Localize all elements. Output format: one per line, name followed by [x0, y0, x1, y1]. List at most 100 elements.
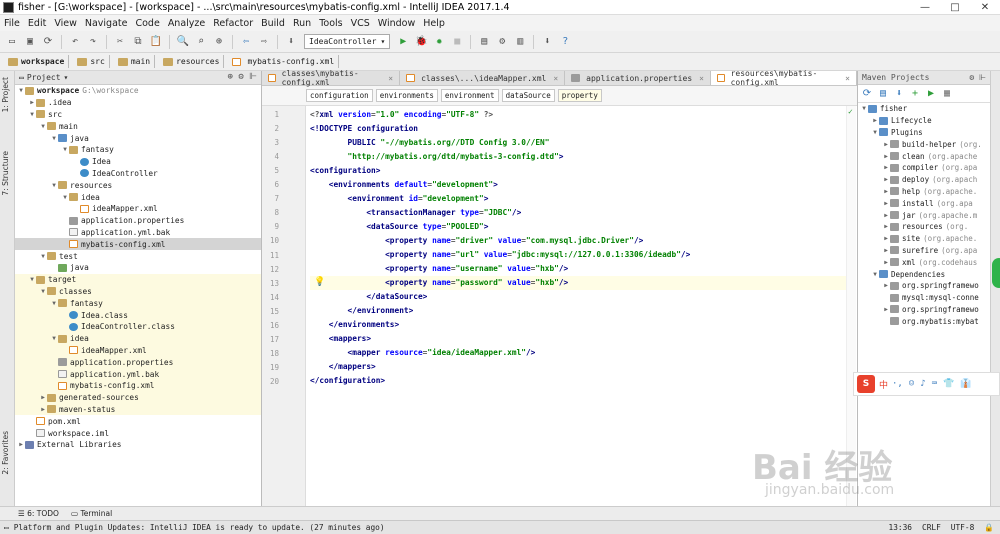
project-tree-item[interactable]: ▼ resources [15, 179, 261, 191]
maven-tree-item[interactable]: ▶ build-helper (org. [858, 138, 990, 150]
ime-item-icon[interactable]: ·, [892, 379, 903, 389]
expanded-arrow-icon[interactable]: ▼ [28, 111, 36, 118]
chevron-down-icon[interactable]: ▾ [64, 73, 69, 82]
save-all-icon[interactable]: ▣ [22, 34, 38, 50]
project-tree-item[interactable]: ▼ test [15, 250, 261, 262]
expanded-arrow-icon[interactable]: ▼ [50, 300, 58, 307]
collapsed-arrow-icon[interactable]: ▶ [882, 259, 890, 266]
project-tree-item[interactable]: ▼ fantasy [15, 297, 261, 310]
menu-run[interactable]: Run [289, 18, 315, 29]
maven-tree-item[interactable]: ▶ clean (org.apache [858, 150, 990, 162]
code-line[interactable]: <!DOCTYPE configuration [310, 121, 418, 135]
floating-green-button[interactable] [992, 258, 1000, 288]
menu-window[interactable]: Window [374, 18, 419, 29]
xml-breadcrumb-item[interactable]: configuration [306, 89, 373, 102]
collapsed-arrow-icon[interactable]: ▶ [882, 188, 890, 195]
project-tree-item[interactable]: ▼ idea [15, 332, 261, 345]
open-folder-icon[interactable]: ▭ [4, 34, 20, 50]
stop-icon[interactable]: ■ [449, 34, 465, 50]
ime-item-icon[interactable]: 👕 [943, 379, 954, 389]
project-tree-item[interactable]: IdeaController [15, 168, 261, 180]
ime-item-icon[interactable]: ☺ [909, 379, 914, 389]
collapsed-arrow-icon[interactable]: ▶ [882, 176, 890, 183]
replace-icon[interactable]: ⌕ [193, 34, 209, 50]
project-tree-item[interactable]: application.properties [15, 356, 261, 369]
collapsed-arrow-icon[interactable]: ▶ [28, 99, 36, 106]
build-icon[interactable]: ⬇ [283, 34, 299, 50]
project-tree-item[interactable]: workspace.iml [15, 427, 261, 439]
expanded-arrow-icon[interactable]: ▼ [39, 253, 47, 260]
panel-settings-icon[interactable]: ⊕ ⚙ ⊩ [227, 72, 257, 82]
menu-navigate[interactable]: Navigate [81, 18, 132, 29]
ime-item-icon[interactable]: ⌨ [932, 379, 937, 389]
project-tree-item[interactable]: Idea [15, 156, 261, 168]
project-tree-item[interactable]: ▼ idea [15, 191, 261, 203]
collapsed-arrow-icon[interactable]: ▶ [882, 200, 890, 207]
close-tab-icon[interactable]: × [553, 74, 558, 83]
code-line[interactable]: </environments> [310, 318, 399, 332]
project-tree-item[interactable]: Idea.class [15, 309, 261, 321]
project-tree-item[interactable]: application.yml.bak [15, 368, 261, 380]
expanded-arrow-icon[interactable]: ▼ [50, 335, 58, 342]
copy-icon[interactable]: ⧉ [130, 34, 146, 50]
expanded-arrow-icon[interactable]: ▼ [39, 288, 47, 295]
run-maven-icon[interactable]: ▶ [925, 88, 937, 99]
project-tree-item[interactable]: mybatis-config.xml [15, 379, 261, 392]
vcs-icon[interactable]: ⬇ [539, 34, 555, 50]
project-tree-item[interactable]: application.properties [15, 215, 261, 227]
run-icon[interactable]: ▶ [395, 34, 411, 50]
project-tree-item[interactable]: ▶ generated-sources [15, 391, 261, 404]
code-line[interactable]: <mappers> [310, 332, 371, 346]
maven-tree-item[interactable]: ▶ org.springframewo [858, 304, 990, 316]
maven-tree-item[interactable]: ▶ deploy (org.apach [858, 174, 990, 186]
code-line[interactable]: <property name = "username" value = "hxb"/> [310, 262, 568, 276]
maven-tree-item[interactable]: ▶ surefire (org.apa [858, 245, 990, 257]
project-tree-item[interactable]: ▶ maven-status [15, 403, 261, 416]
settings-icon[interactable]: ⚙ [494, 34, 510, 50]
project-tree-item[interactable]: ideaMapper.xml [15, 203, 261, 215]
minimize-button[interactable]: — [910, 0, 940, 15]
project-tree-item[interactable]: ideaMapper.xml [15, 344, 261, 357]
project-tree-item[interactable]: ▼ fantasy [15, 144, 261, 156]
expanded-arrow-icon[interactable]: ▼ [860, 105, 868, 112]
project-tree-item[interactable]: ▶ .idea [15, 97, 261, 109]
code-line[interactable]: </mappers> [310, 360, 376, 374]
menu-refactor[interactable]: Refactor [209, 18, 257, 29]
code-line[interactable]: </dataSource> [310, 290, 427, 304]
breadcrumb-item[interactable]: resources [159, 55, 225, 68]
collapsed-arrow-icon[interactable]: ▶ [882, 282, 890, 289]
redo-icon[interactable]: ↷ [85, 34, 101, 50]
collapsed-arrow-icon[interactable]: ▶ [882, 306, 890, 313]
project-tool-tab[interactable]: 1: Project [1, 77, 10, 112]
maven-tree-item[interactable]: ▶ help (org.apache. [858, 186, 990, 198]
menu-analyze[interactable]: Analyze [164, 18, 209, 29]
caret-position[interactable]: 13:36 [889, 523, 912, 532]
maximize-button[interactable]: □ [940, 0, 970, 15]
project-tree-item[interactable]: java [15, 262, 261, 274]
expanded-arrow-icon[interactable]: ▼ [39, 123, 47, 130]
maven-tree-item[interactable]: ▼ fisher [858, 103, 990, 115]
file-encoding[interactable]: UTF-8 [951, 523, 974, 532]
maven-tree-item[interactable]: ▶ site (org.apache. [858, 233, 990, 245]
project-structure-icon[interactable]: ▤ [476, 34, 492, 50]
ime-item-icon[interactable]: 👔 [960, 379, 971, 389]
expanded-arrow-icon[interactable]: ▼ [61, 194, 69, 201]
xml-breadcrumb-item[interactable]: dataSource [501, 89, 555, 102]
project-tree-item[interactable]: pom.xml [15, 415, 261, 427]
maven-tree-item[interactable]: ▶ install (org.apa [858, 197, 990, 209]
code-line[interactable]: <dataSource type = "POOLED" > [310, 219, 488, 233]
code-line[interactable]: </environment> [310, 304, 414, 318]
project-tree-item[interactable]: ▶ External Libraries [15, 439, 261, 451]
project-tree-item[interactable]: application.yml.bak [15, 227, 261, 239]
ime-language[interactable]: 中 [879, 378, 888, 391]
maven-tree-item[interactable]: org.mybatis:mybat [858, 315, 990, 327]
collapsed-arrow-icon[interactable]: ▶ [882, 247, 890, 254]
collapsed-arrow-icon[interactable]: ▶ [39, 406, 47, 413]
collapsed-arrow-icon[interactable]: ▶ [871, 117, 879, 124]
expanded-arrow-icon[interactable]: ▼ [871, 129, 879, 136]
breadcrumb-item[interactable]: workspace [4, 55, 70, 68]
favorites-tool-tab[interactable]: 2: Favorites [1, 431, 10, 475]
collapsed-arrow-icon[interactable]: ▶ [882, 164, 890, 171]
maven-tree-item[interactable]: ▶ resources (org. [858, 221, 990, 233]
sync-icon[interactable]: ⟳ [40, 34, 56, 50]
